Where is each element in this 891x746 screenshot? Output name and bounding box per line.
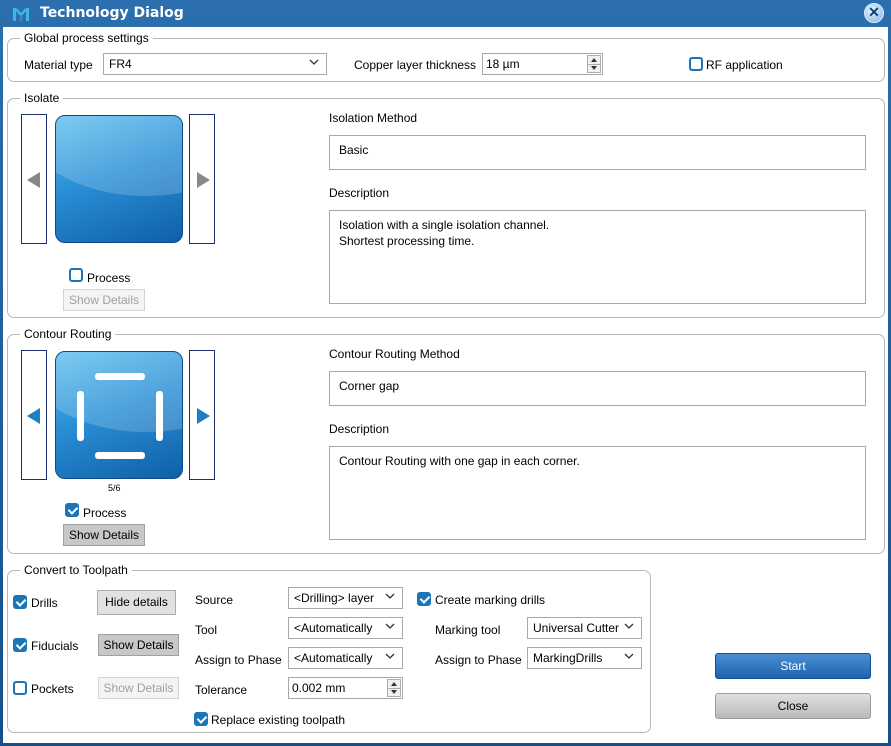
contour-routing-group: Contour Routing 5/6 Process Show Details… <box>7 327 885 554</box>
global-settings-group: Global process settings Material type FR… <box>7 31 885 82</box>
chevron-down-icon <box>624 623 634 629</box>
chevron-down-icon <box>385 623 395 629</box>
isolation-method-label: Isolation Method <box>329 111 418 125</box>
contour-show-details-button[interactable]: Show Details <box>63 524 145 546</box>
source-select[interactable]: <Drilling> layer <box>288 587 403 609</box>
isolate-show-details-button[interactable]: Show Details <box>63 289 145 311</box>
source-value: <Drilling> layer <box>294 591 375 605</box>
tool-value: <Automatically <box>294 621 373 635</box>
arrow-left-icon <box>27 408 40 424</box>
isolate-group: Isolate Process Show Details Isolation M… <box>7 91 885 318</box>
marking-tool-select[interactable]: Universal Cutter <box>527 617 642 639</box>
close-button[interactable]: Close <box>715 693 871 719</box>
stepper-buttons[interactable] <box>587 55 601 73</box>
contour-prev-button[interactable] <box>21 350 47 480</box>
replace-toolpath-label: Replace existing toolpath <box>211 713 346 727</box>
chevron-down-icon <box>624 653 634 659</box>
drills-label: Drills <box>31 596 58 610</box>
copper-thickness-stepper[interactable]: 18 µm <box>482 53 603 75</box>
marking-tool-value: Universal Cutter <box>533 621 620 635</box>
marking-phase-select[interactable]: MarkingDrills <box>527 647 642 669</box>
isolate-description-field[interactable]: Isolation with a single isolation channe… <box>329 210 866 304</box>
corner-gap-outline-top <box>95 373 145 380</box>
group-title: Global process settings <box>20 31 153 45</box>
isolation-method-field[interactable]: Basic <box>329 135 866 170</box>
tolerance-value: 0.002 mm <box>292 681 346 695</box>
fiducials-checkbox[interactable] <box>13 638 27 652</box>
technology-dialog: Technology Dialog ✕ Global process setti… <box>0 0 891 746</box>
corner-gap-outline-right <box>156 391 163 441</box>
isolate-prev-button[interactable] <box>21 114 47 244</box>
material-type-select[interactable]: FR4 <box>103 53 327 75</box>
rf-application-checkbox[interactable] <box>689 57 703 71</box>
pockets-show-details-button[interactable]: Show Details <box>98 677 179 699</box>
drills-checkbox[interactable] <box>13 595 27 609</box>
rf-application-label: RF application <box>706 58 783 72</box>
isolate-description-label: Description <box>329 186 390 200</box>
fiducials-show-details-button[interactable]: Show Details <box>98 634 179 656</box>
contour-process-checkbox[interactable] <box>65 503 79 517</box>
marking-phase-label: Assign to Phase <box>435 653 522 667</box>
isolate-process-checkbox[interactable] <box>69 268 83 282</box>
title-bar[interactable]: Technology Dialog ✕ <box>0 0 891 27</box>
contour-method-label: Contour Routing Method <box>329 347 460 361</box>
copper-thickness-value: 18 µm <box>486 57 520 71</box>
corner-gap-outline-left <box>77 391 84 441</box>
isolate-process-label: Process <box>87 271 131 285</box>
material-type-label: Material type <box>24 58 93 72</box>
group-title: Isolate <box>20 91 64 105</box>
chevron-down-icon <box>385 653 395 659</box>
toolpath-group: Convert to Toolpath Drills Hide details … <box>7 563 651 733</box>
contour-description-label: Description <box>329 422 390 436</box>
source-label: Source <box>195 593 234 607</box>
contour-description-field[interactable]: Contour Routing with one gap in each cor… <box>329 446 866 540</box>
pockets-label: Pockets <box>31 682 74 696</box>
window-title: Technology Dialog <box>40 5 184 21</box>
contour-next-button[interactable] <box>189 350 215 480</box>
assign-phase-value: <Automatically <box>294 651 373 665</box>
tolerance-stepper[interactable]: 0.002 mm <box>288 677 403 699</box>
fiducials-label: Fiducials <box>31 639 79 653</box>
dialog-body: Global process settings Material type FR… <box>3 27 888 743</box>
tolerance-label: Tolerance <box>195 683 248 697</box>
stepper-buttons[interactable] <box>387 679 401 697</box>
marking-tool-label: Marking tool <box>435 623 501 637</box>
arrow-left-icon <box>27 172 40 188</box>
arrow-down-icon <box>391 690 397 694</box>
tool-select[interactable]: <Automatically <box>288 617 403 639</box>
copper-thickness-label: Copper layer thickness <box>354 58 477 72</box>
arrow-up-icon <box>391 682 397 686</box>
assign-phase-label: Assign to Phase <box>195 653 282 667</box>
contour-process-label: Process <box>83 506 127 520</box>
start-button[interactable]: Start <box>715 653 871 679</box>
chevron-down-icon <box>309 59 319 65</box>
create-marking-drills-label: Create marking drills <box>435 593 546 607</box>
contour-method-preview <box>55 351 183 479</box>
tool-label: Tool <box>195 623 218 637</box>
contour-method-counter: 5/6 <box>108 483 121 493</box>
marking-phase-value: MarkingDrills <box>533 651 603 665</box>
contour-method-field[interactable]: Corner gap <box>329 371 866 406</box>
arrow-right-icon <box>197 172 210 188</box>
replace-toolpath-checkbox[interactable] <box>194 712 208 726</box>
arrow-up-icon <box>591 58 597 62</box>
drills-hide-details-button[interactable]: Hide details <box>97 590 176 615</box>
material-type-value: FR4 <box>109 57 132 71</box>
window-close-button[interactable]: ✕ <box>864 3 884 23</box>
corner-gap-outline-bottom <box>95 452 145 459</box>
isolate-next-button[interactable] <box>189 114 215 244</box>
app-logo-icon <box>13 8 29 21</box>
arrow-down-icon <box>591 66 597 70</box>
group-title: Contour Routing <box>20 327 116 341</box>
create-marking-drills-checkbox[interactable] <box>417 592 431 606</box>
group-title: Convert to Toolpath <box>20 563 132 577</box>
chevron-down-icon <box>385 593 395 599</box>
arrow-right-icon <box>197 408 210 424</box>
assign-phase-select[interactable]: <Automatically <box>288 647 403 669</box>
isolate-method-preview <box>55 115 183 243</box>
pockets-checkbox[interactable] <box>13 681 27 695</box>
